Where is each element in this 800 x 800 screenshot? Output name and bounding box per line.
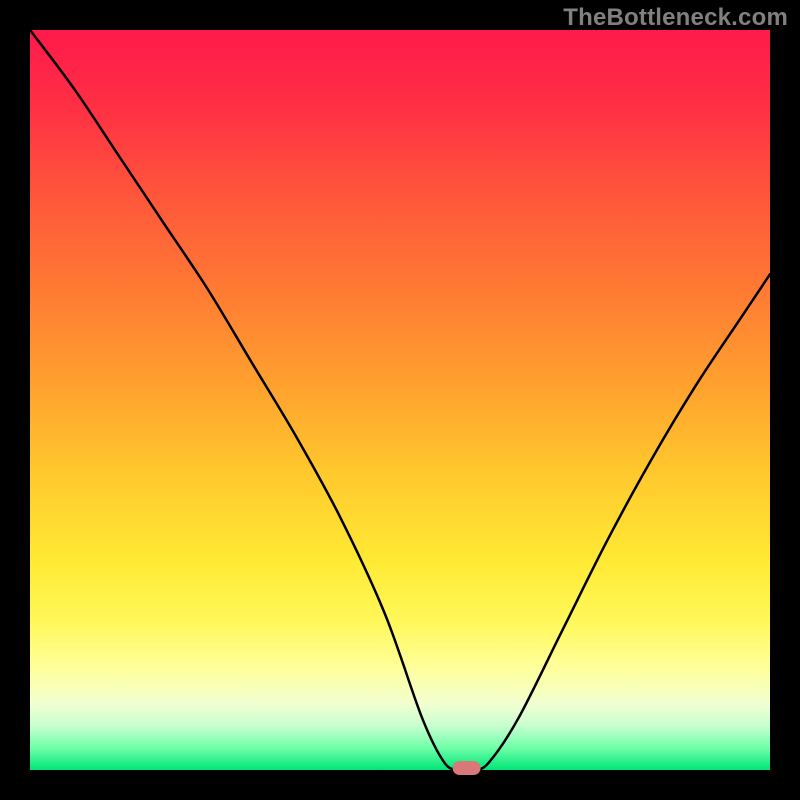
optimal-point-marker bbox=[453, 761, 481, 775]
chart-background-gradient bbox=[30, 30, 770, 770]
watermark-text: TheBottleneck.com bbox=[563, 4, 788, 32]
bottleneck-chart bbox=[0, 0, 800, 800]
